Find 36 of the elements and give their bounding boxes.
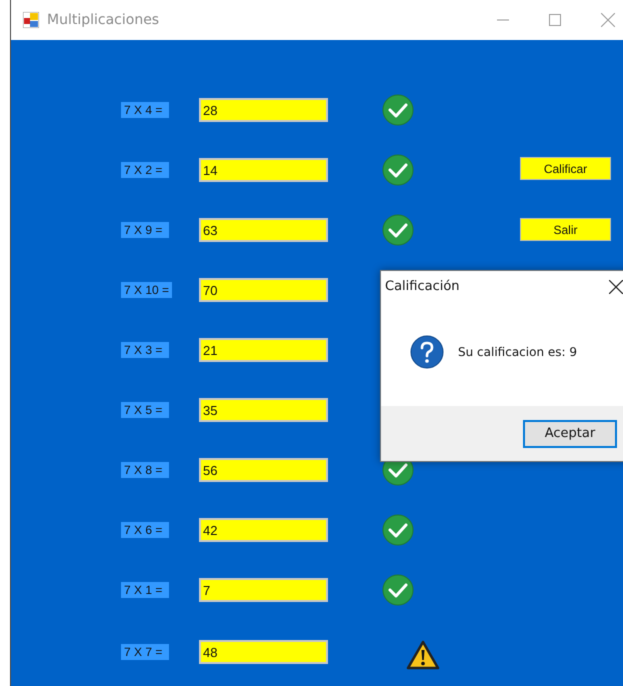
answer-field[interactable]: 14 [199, 158, 328, 182]
question-icon [410, 335, 444, 369]
question-label: 7 X 3 = [121, 342, 169, 358]
question-label: 7 X 4 = [121, 102, 169, 118]
question-label: 7 X 8 = [121, 462, 169, 478]
form-button[interactable]: Salir [520, 218, 611, 241]
question-label: 7 X 2 = [121, 162, 169, 178]
answer-field[interactable]: 70 [199, 278, 328, 302]
checkmark-icon [382, 514, 414, 546]
question-label: 7 X 6 = [121, 522, 169, 538]
checkmark-icon [382, 154, 414, 186]
question-label: 7 X 7 = [121, 644, 169, 660]
question-label: 7 X 9 = [121, 222, 169, 238]
close-icon[interactable] [609, 280, 623, 294]
question-label: 7 X 1 = [121, 582, 169, 598]
window-title: Multiplicaciones [47, 12, 160, 28]
answer-field[interactable]: 42 [199, 518, 328, 542]
answer-field[interactable]: 21 [199, 338, 328, 362]
checkmark-icon [382, 574, 414, 606]
answer-field[interactable]: 35 [199, 398, 328, 422]
dialog-title: Calificación [385, 279, 460, 294]
form-button[interactable]: Calificar [520, 157, 611, 180]
ok-button[interactable]: Aceptar [523, 420, 617, 448]
answer-field[interactable]: 63 [199, 218, 328, 242]
answer-field[interactable]: 7 [199, 578, 328, 602]
question-label: 7 X 5 = [121, 402, 169, 418]
checkmark-icon [382, 94, 414, 126]
app-icon [23, 12, 39, 28]
warning-icon [406, 640, 440, 670]
question-label: 7 X 10 = [121, 282, 172, 298]
maximize-icon[interactable] [549, 14, 561, 26]
dialog-message: Su calificacion es: 9 [458, 345, 577, 359]
checkmark-icon [382, 214, 414, 246]
answer-field[interactable]: 56 [199, 458, 328, 482]
answer-field[interactable]: 28 [199, 98, 328, 122]
answer-field[interactable]: 48 [199, 640, 328, 664]
